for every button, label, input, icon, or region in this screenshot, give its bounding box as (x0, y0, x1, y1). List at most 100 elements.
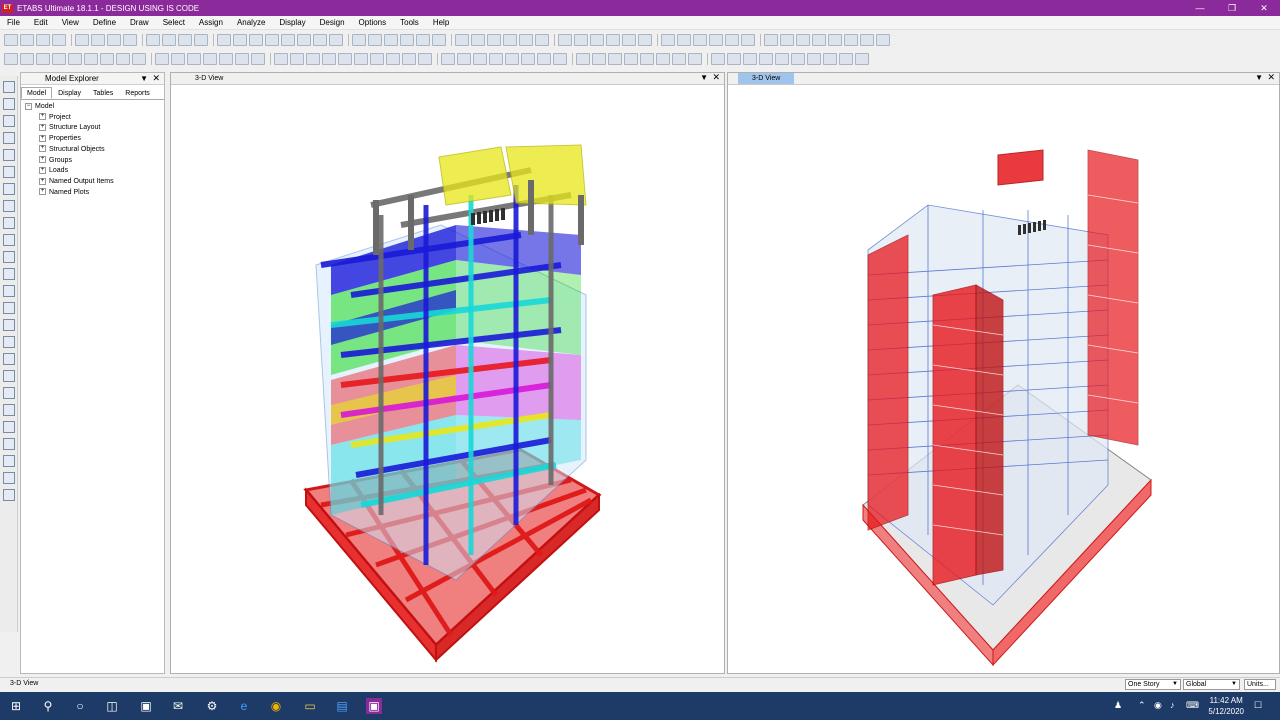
toolbar-button-icon[interactable] (860, 34, 874, 46)
toolbar-button-icon[interactable] (759, 53, 773, 65)
tree-node-named-output-items[interactable]: + Named Output Items (25, 177, 160, 188)
toolbar-button-icon[interactable] (281, 34, 295, 46)
search-icon[interactable]: ⚲ (40, 698, 56, 714)
toolbar-button-icon[interactable] (606, 34, 620, 46)
toolbar-button-icon[interactable] (4, 34, 18, 46)
toolbar-button-icon[interactable] (844, 34, 858, 46)
side-tool-icon[interactable] (3, 285, 15, 297)
menu-edit[interactable]: Edit (27, 18, 55, 27)
toolbar-button-icon[interactable] (471, 34, 485, 46)
toolbar-button-icon[interactable] (384, 34, 398, 46)
tree-node-properties[interactable]: + Properties (25, 134, 160, 145)
toolbar-button-icon[interactable] (489, 53, 503, 65)
toolbar-button-icon[interactable] (329, 34, 343, 46)
menu-file[interactable]: File (0, 18, 27, 27)
side-tool-icon[interactable] (3, 455, 15, 467)
toolbar-button-icon[interactable] (416, 34, 430, 46)
menu-options[interactable]: Options (352, 18, 394, 27)
side-tool-icon[interactable] (3, 251, 15, 263)
toolbar-button-icon[interactable] (711, 53, 725, 65)
tree-node-project[interactable]: + Project (25, 113, 160, 124)
toolbar-button-icon[interactable] (116, 53, 130, 65)
expand-icon[interactable]: + (39, 134, 46, 142)
toolbar-button-icon[interactable] (775, 53, 789, 65)
toolbar-button-icon[interactable] (306, 53, 320, 65)
expand-icon[interactable]: + (39, 124, 46, 132)
toolbar-button-icon[interactable] (132, 53, 146, 65)
toolbar-button-icon[interactable] (688, 53, 702, 65)
pin-dropdown-icon[interactable]: ▼ (140, 74, 148, 83)
view-close-icon[interactable]: ✕ (1267, 73, 1275, 83)
chrome-icon[interactable]: ◉ (268, 698, 284, 714)
toolbar-button-icon[interactable] (503, 34, 517, 46)
side-tool-icon[interactable] (3, 132, 15, 144)
tray-up-icon[interactable]: ⌃ (1138, 700, 1146, 711)
toolbar-button-icon[interactable] (823, 53, 837, 65)
toolbar-button-icon[interactable] (52, 34, 66, 46)
clock[interactable]: 11:42 AM 5/12/2020 (1208, 695, 1244, 717)
toolbar-button-icon[interactable] (219, 53, 233, 65)
toolbar-button-icon[interactable] (368, 34, 382, 46)
right-3d-model-canvas[interactable] (728, 85, 1280, 674)
restore-icon[interactable]: ❐ (1216, 0, 1248, 16)
menu-tools[interactable]: Tools (393, 18, 426, 27)
tree-node-loads[interactable]: + Loads (25, 166, 160, 177)
keyboard-icon[interactable]: ⌨ (1186, 700, 1199, 711)
task-view-icon[interactable]: ◫ (104, 698, 120, 714)
terminal-icon[interactable]: ▤ (334, 698, 350, 714)
toolbar-button-icon[interactable] (855, 53, 869, 65)
toolbar-button-icon[interactable] (812, 34, 826, 46)
toolbar-button-icon[interactable] (656, 53, 670, 65)
toolbar-button-icon[interactable] (764, 34, 778, 46)
toolbar-button-icon[interactable] (780, 34, 794, 46)
menu-select[interactable]: Select (156, 18, 192, 27)
toolbar-button-icon[interactable] (265, 34, 279, 46)
side-tool-icon[interactable] (3, 404, 15, 416)
toolbar-button-icon[interactable] (455, 34, 469, 46)
toolbar-button-icon[interactable] (194, 34, 208, 46)
windows-start-icon[interactable]: ⊞ (8, 698, 24, 714)
coord-system-dropdown[interactable]: Global ▼ (1183, 679, 1240, 690)
toolbar-button-icon[interactable] (187, 53, 201, 65)
app-icon[interactable]: ⚙ (204, 698, 220, 714)
tree-node-structural-objects[interactable]: + Structural Objects (25, 145, 160, 156)
toolbar-button-icon[interactable] (709, 34, 723, 46)
toolbar-button-icon[interactable] (677, 34, 691, 46)
menu-define[interactable]: Define (86, 18, 123, 27)
toolbar-button-icon[interactable] (386, 53, 400, 65)
toolbar-button-icon[interactable] (203, 53, 217, 65)
left-3d-model-canvas[interactable] (171, 85, 725, 674)
toolbar-button-icon[interactable] (693, 34, 707, 46)
toolbar-button-icon[interactable] (162, 34, 176, 46)
toolbar-button-icon[interactable] (535, 34, 549, 46)
toolbar-button-icon[interactable] (402, 53, 416, 65)
side-tool-icon[interactable] (3, 370, 15, 382)
file-explorer-icon[interactable]: ▭ (302, 698, 318, 714)
tree-node-named-plots[interactable]: + Named Plots (25, 188, 160, 199)
toolbar-button-icon[interactable] (457, 53, 471, 65)
side-tool-icon[interactable] (3, 149, 15, 161)
units-button[interactable]: Units... (1244, 679, 1276, 690)
toolbar-button-icon[interactable] (638, 34, 652, 46)
toolbar-button-icon[interactable] (84, 53, 98, 65)
menu-draw[interactable]: Draw (123, 18, 156, 27)
explorer-close-icon[interactable]: ✕ (152, 73, 160, 84)
side-tool-icon[interactable] (3, 353, 15, 365)
toolbar-button-icon[interactable] (370, 53, 384, 65)
tab-tables[interactable]: Tables (87, 87, 119, 99)
toolbar-button-icon[interactable] (876, 34, 890, 46)
side-tool-icon[interactable] (3, 183, 15, 195)
side-tool-icon[interactable] (3, 319, 15, 331)
mail-icon[interactable]: ✉ (170, 698, 186, 714)
toolbar-button-icon[interactable] (354, 53, 368, 65)
toolbar-button-icon[interactable] (661, 34, 675, 46)
toolbar-button-icon[interactable] (123, 34, 137, 46)
toolbar-button-icon[interactable] (796, 34, 810, 46)
volume-icon[interactable]: ♪ (1170, 700, 1175, 710)
toolbar-button-icon[interactable] (91, 34, 105, 46)
toolbar-button-icon[interactable] (807, 53, 821, 65)
tab-display[interactable]: Display (52, 87, 87, 99)
side-tool-icon[interactable] (3, 302, 15, 314)
tree-node-groups[interactable]: + Groups (25, 156, 160, 167)
view-close-icon[interactable]: ✕ (712, 73, 720, 83)
